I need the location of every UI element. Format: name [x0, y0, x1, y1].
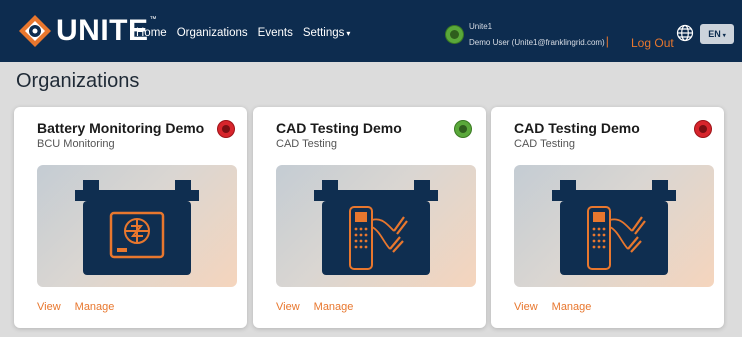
main-nav: Home Organizations Events Settings ▾ — [136, 27, 350, 39]
brand-trademark: ™ — [149, 15, 157, 23]
org-card-subtitle: CAD Testing — [276, 138, 337, 150]
org-card-image[interactable] — [514, 165, 714, 287]
manage-link[interactable]: Manage — [75, 301, 115, 313]
user-org: Unite1 — [469, 22, 493, 31]
org-card-actions: View Manage — [514, 301, 591, 313]
org-card-image[interactable] — [37, 165, 237, 287]
status-indicator-icon — [695, 121, 711, 137]
user-info: Unite1 Demo User (Unite1@franklingrid.co… — [469, 22, 609, 50]
chevron-down-icon: ▾ — [722, 33, 726, 39]
nav-organizations[interactable]: Organizations — [177, 27, 248, 39]
logout-link[interactable]: Log Out — [631, 36, 674, 50]
nav-settings-dropdown[interactable]: Settings ▾ — [303, 27, 351, 39]
battery-tester-icon — [314, 180, 438, 275]
globe-icon[interactable] — [676, 24, 694, 42]
battery-monitor-icon — [75, 180, 199, 275]
org-card-subtitle: CAD Testing — [514, 138, 575, 150]
battery-tester-icon — [552, 180, 676, 275]
nav-settings-label: Settings — [302, 27, 345, 39]
org-card: CAD Testing Demo CAD Testing View Manage — [491, 107, 724, 328]
org-card: CAD Testing Demo CAD Testing View Manage — [253, 107, 486, 328]
status-indicator-icon — [218, 121, 234, 137]
user-name: Demo User (Unite1@franklingrid.com) — [469, 38, 605, 47]
org-card-title: CAD Testing Demo — [276, 120, 402, 136]
language-label: EN — [708, 29, 721, 39]
nav-home[interactable]: Home — [136, 27, 167, 39]
org-card-image[interactable] — [276, 165, 476, 287]
org-card-title: CAD Testing Demo — [514, 120, 640, 136]
manage-link[interactable]: Manage — [314, 301, 354, 313]
org-card-actions: View Manage — [37, 301, 114, 313]
top-navbar: UNITE ™ Home Organizations Events Settin… — [0, 0, 742, 62]
user-status-icon — [446, 26, 463, 43]
unite-logo-icon — [19, 15, 51, 47]
status-indicator-icon — [455, 121, 471, 137]
view-link[interactable]: View — [514, 301, 538, 313]
user-separator: | — [605, 34, 609, 48]
org-card-actions: View Manage — [276, 301, 353, 313]
manage-link[interactable]: Manage — [552, 301, 592, 313]
org-card-title: Battery Monitoring Demo — [37, 120, 205, 136]
chevron-down-icon: ▾ — [346, 29, 351, 38]
org-card: Battery Monitoring Demo BCU Monitoring V… — [14, 107, 247, 328]
org-card-subtitle: BCU Monitoring — [37, 138, 115, 150]
page-title: Organizations — [16, 70, 140, 92]
nav-events[interactable]: Events — [258, 27, 293, 39]
view-link[interactable]: View — [37, 301, 61, 313]
view-link[interactable]: View — [276, 301, 300, 313]
language-selector[interactable]: EN ▾ — [700, 24, 734, 44]
brand-name: UNITE — [56, 14, 149, 47]
